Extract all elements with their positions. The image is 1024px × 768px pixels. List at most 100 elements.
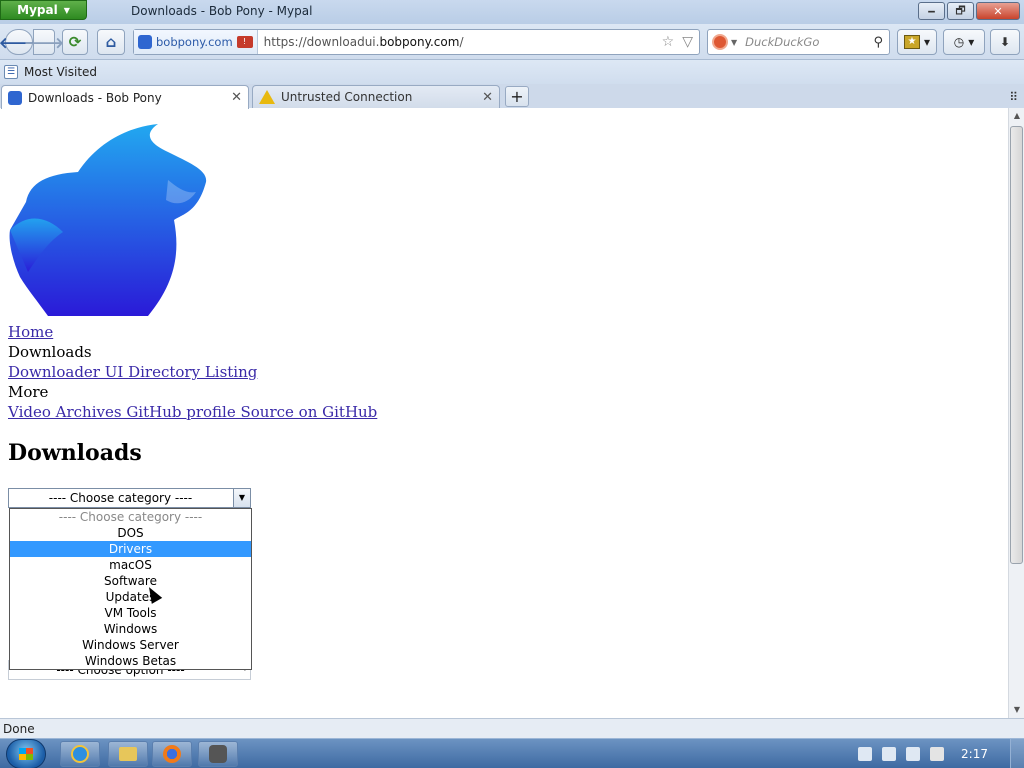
show-desktop-button[interactable]: [1010, 739, 1024, 768]
scroll-up-icon[interactable]: ▲: [1009, 108, 1024, 124]
internet-explorer-icon: [71, 745, 89, 763]
taskbar-firefox[interactable]: [152, 741, 192, 767]
tab-downloads[interactable]: Downloads - Bob Pony ✕: [1, 85, 249, 109]
category-dropdown-list: ---- Choose category ---- DOS Drivers macOS…: [9, 508, 252, 670]
window-titlebar: Mypal ▼ Downloads - Bob Pony - Mypal 🗕 🗗…: [0, 0, 1024, 24]
dropdown-option[interactable]: Drivers: [10, 541, 251, 557]
folder-icon: [119, 747, 137, 761]
close-button[interactable]: ✕: [976, 2, 1020, 20]
warning-icon: [259, 90, 275, 104]
reload-button[interactable]: ⟳: [62, 29, 88, 55]
app-menu-button[interactable]: Mypal ▼: [0, 0, 87, 20]
mypal-icon: [209, 745, 227, 763]
vertical-scrollbar[interactable]: ▲ ▼: [1008, 108, 1024, 718]
home-icon: ⌂: [105, 33, 117, 51]
close-tab-icon[interactable]: ✕: [231, 90, 242, 105]
taskbar-file-explorer[interactable]: [108, 741, 148, 767]
taskbar-mypal[interactable]: [198, 741, 238, 767]
network-icon[interactable]: [906, 747, 920, 761]
download-arrow-icon: ⬇: [999, 35, 1011, 49]
taskbar-clock[interactable]: 2:17: [961, 747, 988, 761]
chevron-down-icon: ▾: [968, 35, 975, 49]
nav-link-video-archives-github[interactable]: Video Archives GitHub profile Source on …: [8, 403, 377, 421]
page-title: Downloads: [8, 440, 142, 466]
site-navigation: Home Downloads Downloader UI Directory L…: [8, 322, 377, 422]
app-menu-label: Mypal: [17, 3, 58, 17]
search-icon[interactable]: ⚲: [873, 35, 883, 50]
dropdown-option[interactable]: Updates: [10, 589, 251, 605]
site-identity-button[interactable]: bobpony.com !: [134, 30, 258, 54]
device-icon[interactable]: [882, 747, 896, 761]
volume-muted-icon[interactable]: [930, 747, 944, 761]
arrow-right-icon: 🡒: [23, 33, 65, 52]
minimize-button[interactable]: 🗕: [918, 2, 945, 20]
tab-label: Untrusted Connection: [281, 90, 413, 104]
insecure-connection-icon: !: [236, 36, 253, 48]
new-tab-button[interactable]: +: [505, 86, 529, 107]
nav-label-downloads: Downloads: [8, 343, 92, 361]
windows-logo-icon: [19, 748, 33, 760]
start-button[interactable]: [6, 739, 46, 768]
status-text: Done: [3, 722, 35, 736]
chevron-down-icon: ▼: [63, 5, 70, 15]
bookmark-most-visited[interactable]: Most Visited: [24, 65, 97, 79]
url-host: bobpony.com: [379, 35, 460, 49]
bob-pony-logo: [9, 124, 207, 316]
dropdown-option[interactable]: Windows Betas: [10, 653, 251, 669]
tab-label: Downloads - Bob Pony: [28, 90, 162, 105]
clock-icon: ◷: [953, 35, 965, 49]
dropdown-option[interactable]: Software: [10, 573, 251, 589]
url-dropdown-icon[interactable]: ▽: [682, 34, 693, 50]
tab-bar: Downloads - Bob Pony ✕ Untrusted Connect…: [0, 84, 1024, 109]
url-text[interactable]: https://downloadui.bobpony.com/: [258, 35, 662, 49]
downloads-button[interactable]: ⬇: [990, 29, 1020, 55]
history-button[interactable]: ◷ ▾: [943, 29, 985, 55]
search-engine-dropdown-icon[interactable]: ▼: [731, 38, 737, 47]
dropdown-option[interactable]: Windows: [10, 621, 251, 637]
restore-button[interactable]: 🗗: [947, 2, 974, 20]
category-select[interactable]: ---- Choose category ---- ▼: [8, 488, 251, 508]
category-select-value: ---- Choose category ----: [48, 491, 193, 505]
url-bar[interactable]: bobpony.com ! https://downloadui.bobpony…: [133, 29, 700, 55]
dropdown-option[interactable]: ---- Choose category ----: [10, 509, 251, 525]
navigation-toolbar: 🡐 🡒 ⟳ ⌂ bobpony.com ! https://downloadui…: [0, 24, 1024, 60]
reload-icon: ⟳: [68, 33, 82, 51]
dropdown-option[interactable]: Windows Server: [10, 637, 251, 653]
system-tray: [858, 747, 944, 761]
window-title: Downloads - Bob Pony - Mypal: [131, 4, 313, 18]
dropdown-option[interactable]: DOS: [10, 525, 251, 541]
chevron-down-icon: ▾: [923, 35, 931, 49]
bookmark-star-icon[interactable]: ☆: [662, 34, 675, 50]
windows-taskbar: 2:17: [0, 738, 1024, 768]
nav-label-more: More: [8, 383, 49, 401]
nav-link-directory-listing[interactable]: Downloader UI Directory Listing: [8, 363, 257, 381]
bookmarks-icon: ★: [903, 35, 920, 49]
page-content: Home Downloads Downloader UI Directory L…: [0, 108, 1008, 718]
dropdown-option[interactable]: macOS: [10, 557, 251, 573]
search-input[interactable]: DuckDuckGo: [745, 35, 873, 49]
forward-button[interactable]: 🡒: [24, 29, 64, 55]
action-center-icon[interactable]: [858, 747, 872, 761]
most-visited-icon: ☰: [4, 65, 18, 79]
firefox-icon: [163, 745, 181, 763]
dropdown-option[interactable]: VM Tools: [10, 605, 251, 621]
tab-untrusted-connection[interactable]: Untrusted Connection ✕: [252, 85, 500, 108]
chevron-down-icon[interactable]: ▼: [233, 489, 250, 507]
url-prefix: https://downloadui.: [263, 35, 380, 49]
list-all-tabs-icon[interactable]: ⠿: [1009, 90, 1018, 104]
bookmarks-toolbar: ☰ Most Visited: [0, 60, 1024, 84]
home-button[interactable]: ⌂: [97, 29, 125, 55]
bookmarks-menu-button[interactable]: ★ ▾: [897, 29, 937, 55]
scroll-down-icon[interactable]: ▼: [1009, 702, 1024, 718]
site-favicon-icon: [8, 90, 22, 105]
duckduckgo-icon[interactable]: [712, 34, 728, 50]
nav-link-home[interactable]: Home: [8, 323, 53, 341]
status-bar: Done: [0, 718, 1024, 738]
identity-label: bobpony.com: [156, 35, 233, 49]
search-bar[interactable]: ▼ DuckDuckGo ⚲: [707, 29, 890, 55]
url-suffix: /: [459, 35, 464, 49]
taskbar-internet-explorer[interactable]: [60, 741, 100, 767]
site-favicon-icon: [138, 35, 152, 49]
scrollbar-thumb[interactable]: [1010, 126, 1023, 564]
close-tab-icon[interactable]: ✕: [482, 90, 493, 105]
